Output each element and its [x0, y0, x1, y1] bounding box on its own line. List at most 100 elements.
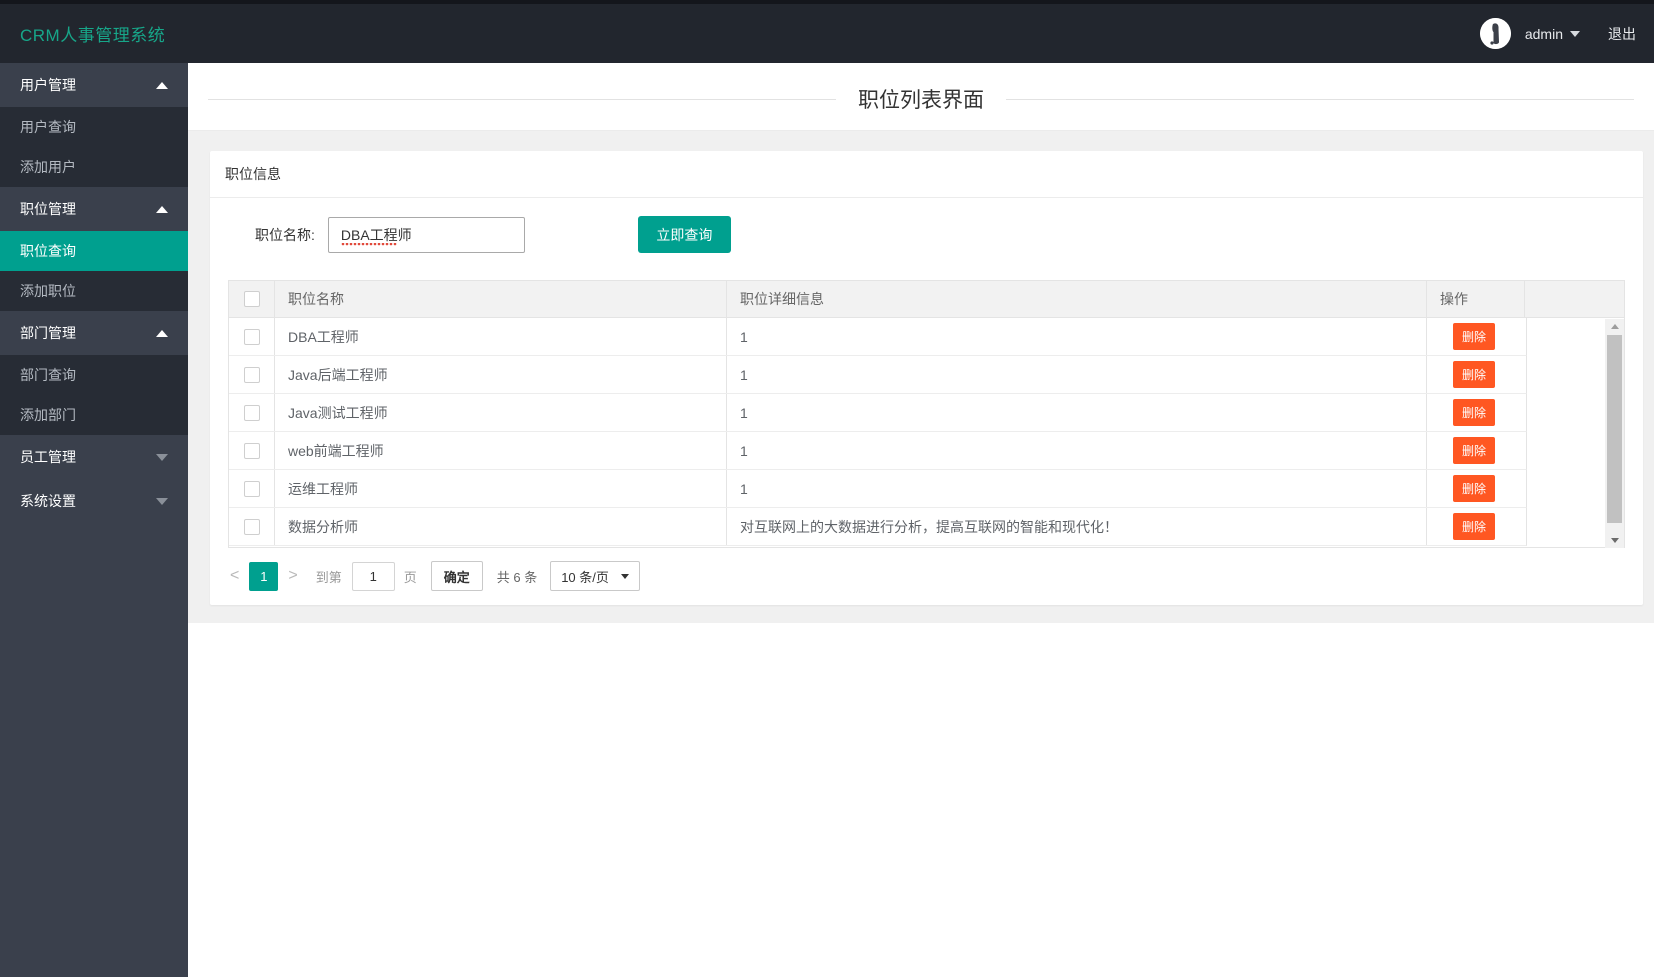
- sidebar-item-user-query[interactable]: 用户查询: [0, 107, 188, 147]
- delete-button[interactable]: 删除: [1453, 437, 1496, 464]
- position-info-panel: 职位信息 职位名称: 立即查询 职位名称 职位详细信息 操作: [210, 151, 1643, 605]
- page-title-band: 职位列表界面: [188, 63, 1654, 130]
- chevron-up-icon: [156, 205, 168, 213]
- select-all-checkbox[interactable]: [243, 291, 260, 307]
- user-menu[interactable]: admin: [1525, 26, 1580, 42]
- table-row: Java后端工程师 1 删除: [229, 356, 1527, 394]
- query-button[interactable]: 立即查询: [637, 216, 731, 253]
- page-word: 页: [403, 569, 417, 585]
- sidebar-submenu-department: 部门查询 添加部门: [0, 355, 188, 435]
- chevron-down-icon: [156, 497, 168, 505]
- column-header-filler: [1524, 281, 1624, 317]
- position-name: Java测试工程师: [275, 394, 727, 431]
- page-title: 职位列表界面: [836, 84, 1006, 114]
- sidebar-submenu-user: 用户查询 添加用户: [0, 107, 188, 187]
- position-name: DBA工程师: [275, 318, 727, 355]
- chevron-up-icon: [156, 329, 168, 337]
- main-content: 职位列表界面 职位信息 职位名称: 立即查询 职位名称 职位详细信息 操作: [188, 63, 1654, 977]
- position-detail: 对互联网上的大数据进行分析，提高互联网的智能和现代化！: [727, 508, 1427, 545]
- scrollbar-thumb[interactable]: [1607, 335, 1622, 523]
- table-row: web前端工程师 1 删除: [229, 432, 1527, 470]
- sidebar-item-add-user[interactable]: 添加用户: [0, 147, 188, 187]
- group-label: 职位管理: [20, 201, 76, 217]
- sidebar-group-position-management[interactable]: 职位管理: [0, 187, 188, 231]
- delete-button[interactable]: 删除: [1453, 475, 1496, 502]
- position-name: 数据分析师: [275, 508, 727, 545]
- delete-button[interactable]: 删除: [1453, 361, 1496, 388]
- next-page-button[interactable]: >: [282, 567, 303, 585]
- position-name: web前端工程师: [275, 432, 727, 469]
- positions-table: 职位名称 职位详细信息 操作 DBA工程师 1 删除 Java后端工程师 1 删…: [228, 280, 1625, 548]
- table-row: 运维工程师 1 删除: [229, 470, 1527, 508]
- position-name: Java后端工程师: [275, 356, 727, 393]
- row-checkbox[interactable]: [243, 518, 260, 535]
- sidebar-group-employee-management[interactable]: 员工管理: [0, 435, 188, 479]
- table-row: 数据分析师 对互联网上的大数据进行分析，提高互联网的智能和现代化！ 删除: [229, 508, 1527, 546]
- user-avatar[interactable]: [1479, 18, 1511, 49]
- goto-label: 到第: [315, 569, 342, 585]
- page-size-value: 10 条/页: [561, 569, 609, 585]
- sidebar-item-position-query[interactable]: 职位查询: [0, 231, 188, 271]
- chevron-down-icon: [156, 453, 168, 461]
- goto-page-input[interactable]: [351, 561, 395, 591]
- header-right: admin 退出: [1479, 18, 1636, 49]
- sidebar-item-add-position[interactable]: 添加职位: [0, 271, 188, 311]
- row-checkbox[interactable]: [243, 480, 260, 497]
- position-detail: 1: [727, 356, 1427, 393]
- position-detail: 1: [727, 432, 1427, 469]
- content-area: 职位信息 职位名称: 立即查询 职位名称 职位详细信息 操作: [188, 130, 1654, 623]
- delete-button[interactable]: 删除: [1453, 399, 1496, 426]
- sidebar-group-user-management[interactable]: 用户管理: [0, 63, 188, 107]
- panel-title: 职位信息: [210, 151, 1643, 198]
- page-size-select[interactable]: 10 条/页: [550, 561, 640, 591]
- scroll-down-arrow-icon[interactable]: [1605, 533, 1624, 548]
- column-header-actions: 操作: [1440, 291, 1468, 307]
- select-all-cell: [229, 281, 275, 317]
- row-checkbox[interactable]: [243, 404, 260, 421]
- position-name-input[interactable]: [327, 216, 525, 253]
- logout-button[interactable]: 退出: [1608, 24, 1636, 44]
- search-form: 职位名称: 立即查询: [210, 198, 1643, 266]
- group-label: 部门管理: [20, 325, 76, 341]
- group-label: 系统设置: [20, 493, 76, 509]
- chevron-down-icon: [1570, 30, 1580, 37]
- table-body: DBA工程师 1 删除 Java后端工程师 1 删除 Java测试工程师 1 删…: [229, 318, 1624, 547]
- position-name: 运维工程师: [275, 470, 727, 507]
- total-count: 共 6 条: [496, 569, 538, 585]
- app-title: CRM人事管理系统: [20, 26, 166, 45]
- confirm-page-button[interactable]: 确定: [430, 561, 483, 591]
- row-checkbox[interactable]: [243, 366, 260, 383]
- app-header: CRM人事管理系统 admin 退出: [0, 4, 1654, 63]
- username: admin: [1524, 25, 1563, 42]
- group-label: 员工管理: [20, 449, 76, 465]
- delete-button[interactable]: 删除: [1453, 513, 1496, 540]
- chevron-up-icon: [156, 81, 168, 89]
- position-detail: 1: [727, 470, 1427, 507]
- column-header-position-name: 职位名称: [275, 281, 727, 317]
- table-scrollbar[interactable]: [1605, 319, 1624, 548]
- scroll-up-arrow-icon[interactable]: [1605, 319, 1624, 334]
- current-page-button[interactable]: 1: [249, 561, 279, 591]
- sidebar-group-system-settings[interactable]: 系统设置: [0, 479, 188, 523]
- sidebar-item-department-query[interactable]: 部门查询: [0, 355, 188, 395]
- row-checkbox[interactable]: [243, 442, 260, 459]
- sidebar-submenu-position: 职位查询 添加职位: [0, 231, 188, 311]
- prev-page-button[interactable]: <: [224, 567, 245, 585]
- position-name-input-wrap: [327, 216, 525, 253]
- position-detail: 1: [727, 318, 1427, 355]
- position-name-label: 职位名称:: [255, 226, 315, 243]
- chevron-down-icon: [620, 573, 629, 579]
- sidebar: 用户管理 用户查询 添加用户 职位管理 职位查询 添加职位 部门管理 部门查询 …: [0, 63, 188, 977]
- table-row: Java测试工程师 1 删除: [229, 394, 1527, 432]
- column-header-position-detail: 职位详细信息: [727, 281, 1427, 317]
- table-row: DBA工程师 1 删除: [229, 318, 1527, 356]
- sidebar-item-add-department[interactable]: 添加部门: [0, 395, 188, 435]
- pagination: < 1 > 到第 页 确定 共 6 条 10 条/页: [224, 561, 1625, 591]
- avatar-figure-icon: [1479, 18, 1511, 49]
- position-detail: 1: [727, 394, 1427, 431]
- group-label: 用户管理: [20, 77, 76, 93]
- delete-button[interactable]: 删除: [1453, 323, 1496, 350]
- table-header-row: 职位名称 职位详细信息 操作: [229, 281, 1624, 318]
- row-checkbox[interactable]: [243, 328, 260, 345]
- sidebar-group-department-management[interactable]: 部门管理: [0, 311, 188, 355]
